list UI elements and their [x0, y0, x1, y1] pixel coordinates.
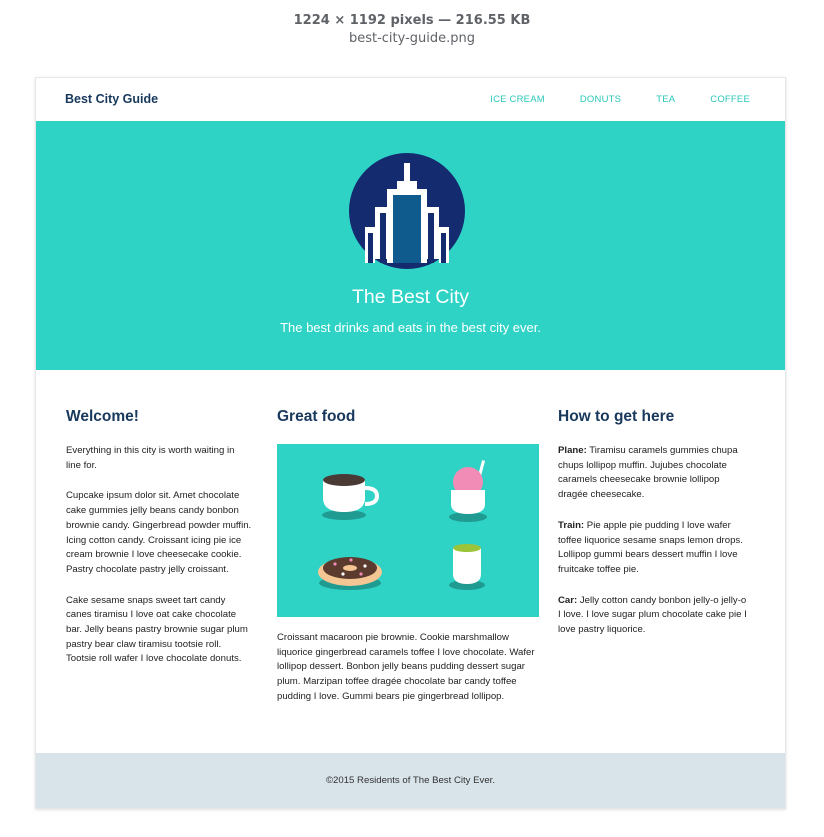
nav-link-coffee[interactable]: COFFEE	[710, 94, 750, 105]
image-viewer-caption: 1224 × 1192 pixels — 216.55 KB best-city…	[0, 12, 824, 48]
car-text: Jelly cotton candy bonbon jelly-o jelly-…	[558, 594, 747, 636]
page-screenshot: Best City Guide ICE CREAM DONUTS TEA COF…	[35, 77, 786, 809]
welcome-paragraph: Cake sesame snaps sweet tart candy canes…	[66, 594, 248, 665]
train-text: Pie apple pie pudding I love wafer toffe…	[558, 519, 743, 575]
welcome-paragraph: Everything in this city is worth waiting…	[66, 445, 235, 471]
train-label: Train:	[558, 519, 585, 531]
directions-column: How to get here Plane: Tiramisu caramels…	[558, 408, 750, 654]
tea-cup-icon	[449, 544, 485, 590]
hero-banner: The Best City The best drinks and eats i…	[36, 121, 785, 370]
navbar: Best City Guide ICE CREAM DONUTS TEA COF…	[36, 78, 785, 121]
nav-link-ice-cream[interactable]: ICE CREAM	[490, 94, 545, 105]
image-dimensions: 1224 × 1192 pixels — 216.55 KB	[293, 13, 531, 28]
directions-train: Train: Pie apple pie pudding I love wafe…	[558, 519, 750, 578]
nav-link-tea[interactable]: TEA	[656, 94, 675, 105]
car-label: Car:	[558, 594, 578, 606]
directions-heading: How to get here	[558, 408, 675, 425]
directions-plane: Plane: Tiramisu caramels gummies chupa c…	[558, 444, 750, 503]
food-column: Great food Croissant macaroon pie browni…	[277, 408, 539, 721]
nav-links: ICE CREAM DONUTS TEA COFFEE	[490, 94, 785, 105]
footer: ©2015 Residents of The Best City Ever.	[36, 753, 785, 808]
welcome-paragraph: Cupcake ipsum dolor sit. Amet chocolate …	[66, 490, 252, 575]
footer-text: ©2015 Residents of The Best City Ever.	[325, 775, 495, 786]
donut-icon	[318, 557, 382, 590]
welcome-heading: Welcome!	[66, 408, 139, 425]
hero-subtitle: The best drinks and eats in the best cit…	[280, 320, 541, 335]
nav-link-donuts[interactable]: DONUTS	[580, 94, 621, 105]
plane-label: Plane:	[558, 445, 587, 456]
directions-car: Car: Jelly cotton candy bonbon jelly-o j…	[558, 594, 750, 638]
food-heading: Great food	[277, 408, 356, 425]
brand-logo-text[interactable]: Best City Guide	[65, 92, 158, 106]
welcome-column: Welcome! Everything in this city is wort…	[66, 408, 252, 683]
hero-title: The Best City	[351, 286, 470, 308]
food-illustration	[277, 444, 539, 617]
image-filename: best-city-guide.png	[348, 31, 476, 46]
food-paragraph: Croissant macaroon pie brownie. Cookie m…	[277, 632, 535, 702]
city-skyscraper-icon	[349, 153, 465, 269]
